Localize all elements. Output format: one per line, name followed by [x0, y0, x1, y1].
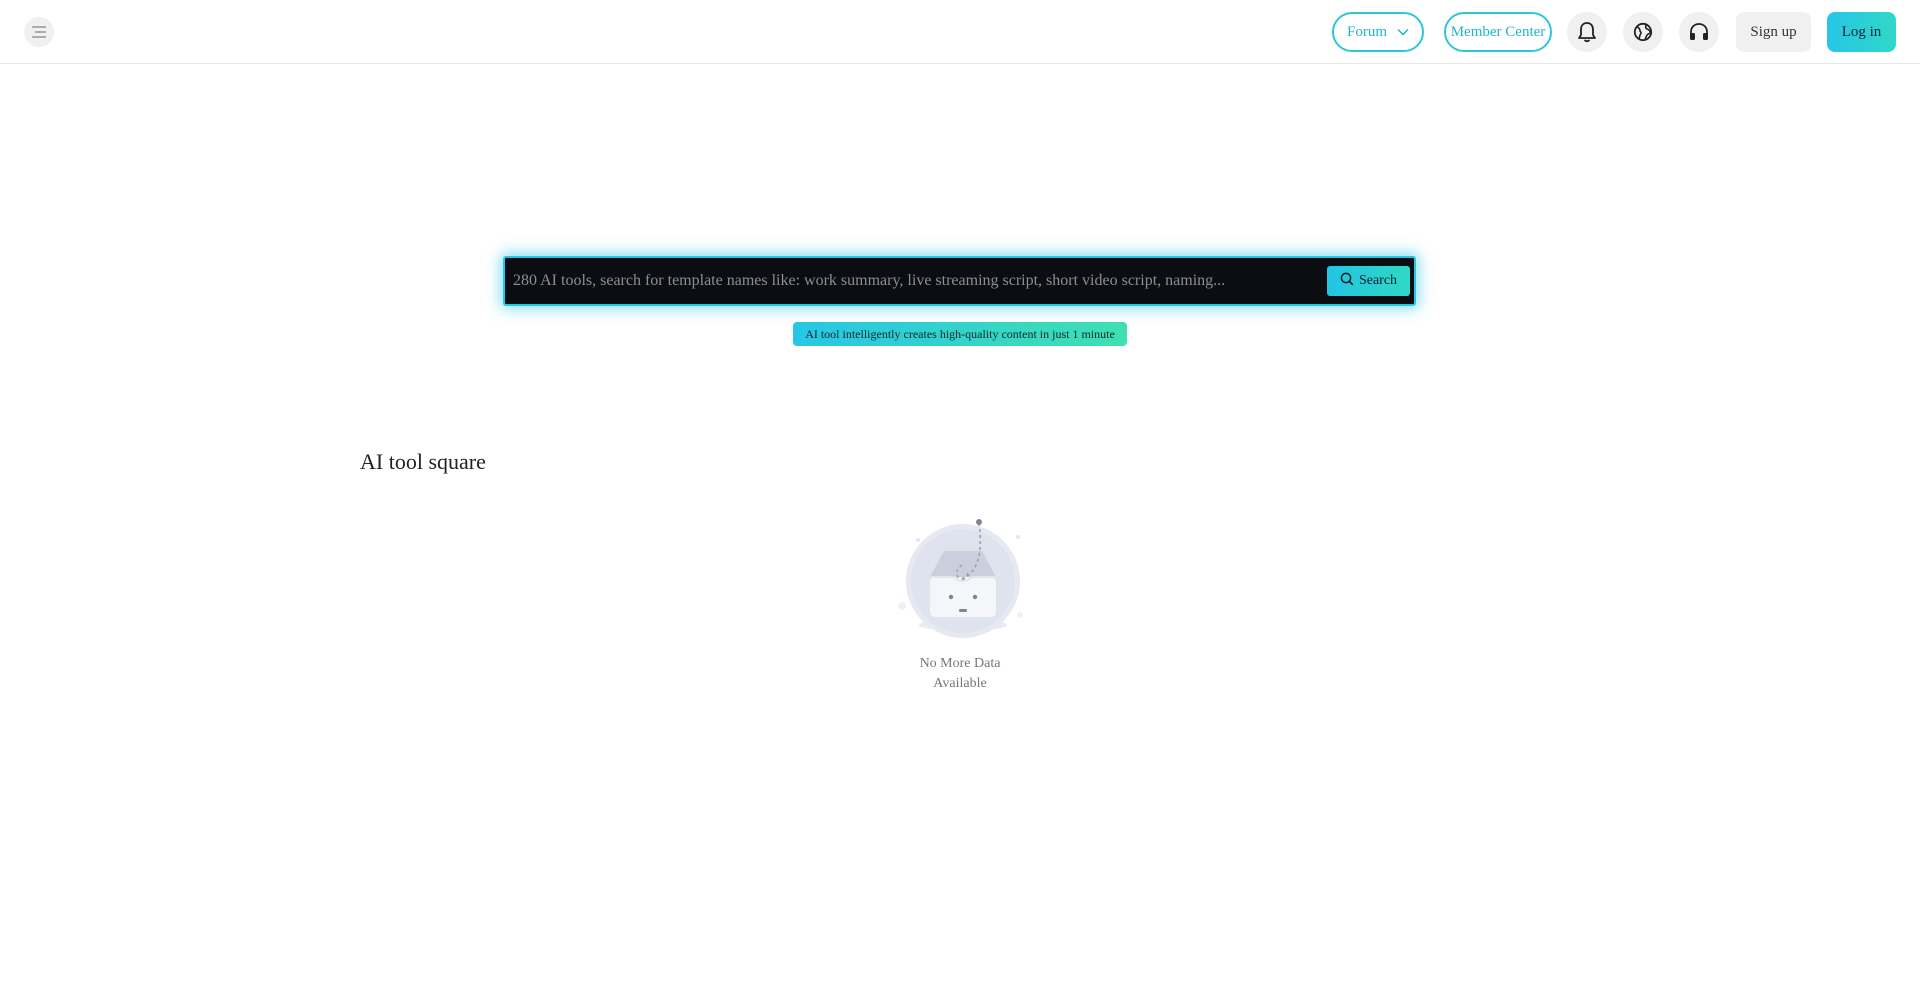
- hamburger-menu-icon[interactable]: [24, 17, 54, 47]
- log-in-label: Log in: [1841, 23, 1882, 40]
- bell-icon[interactable]: [1567, 12, 1607, 52]
- search-button-label: Search: [1358, 273, 1398, 288]
- search-icon: [1340, 272, 1354, 291]
- top-navigation-bar: Forum Member Center Sign up Log in: [0, 0, 1920, 64]
- empty-state-line-2: Available: [933, 676, 987, 691]
- search-button[interactable]: Search: [1327, 266, 1410, 296]
- search-input[interactable]: [509, 262, 1324, 300]
- sign-up-button[interactable]: Sign up: [1736, 12, 1811, 52]
- sign-up-label: Sign up: [1750, 23, 1797, 40]
- member-center-button[interactable]: Member Center: [1444, 12, 1552, 52]
- forum-dropdown-button[interactable]: Forum: [1332, 12, 1424, 52]
- globe-icon[interactable]: [1623, 12, 1663, 52]
- empty-inbox-icon: [888, 515, 1038, 643]
- forum-label: Forum: [1346, 23, 1387, 40]
- chevron-down-icon: [1397, 24, 1409, 41]
- headset-icon[interactable]: [1679, 12, 1719, 52]
- section-title: AI tool square: [360, 449, 486, 474]
- empty-state-line-1: No More Data: [919, 656, 1001, 671]
- log-in-button[interactable]: Log in: [1827, 12, 1896, 52]
- search-bar: Search: [503, 256, 1416, 306]
- empty-state-message: No More Data Available: [900, 654, 1020, 694]
- member-center-label: Member Center: [1450, 23, 1546, 40]
- tagline-badge: AI tool intelligently creates high-quali…: [793, 322, 1127, 346]
